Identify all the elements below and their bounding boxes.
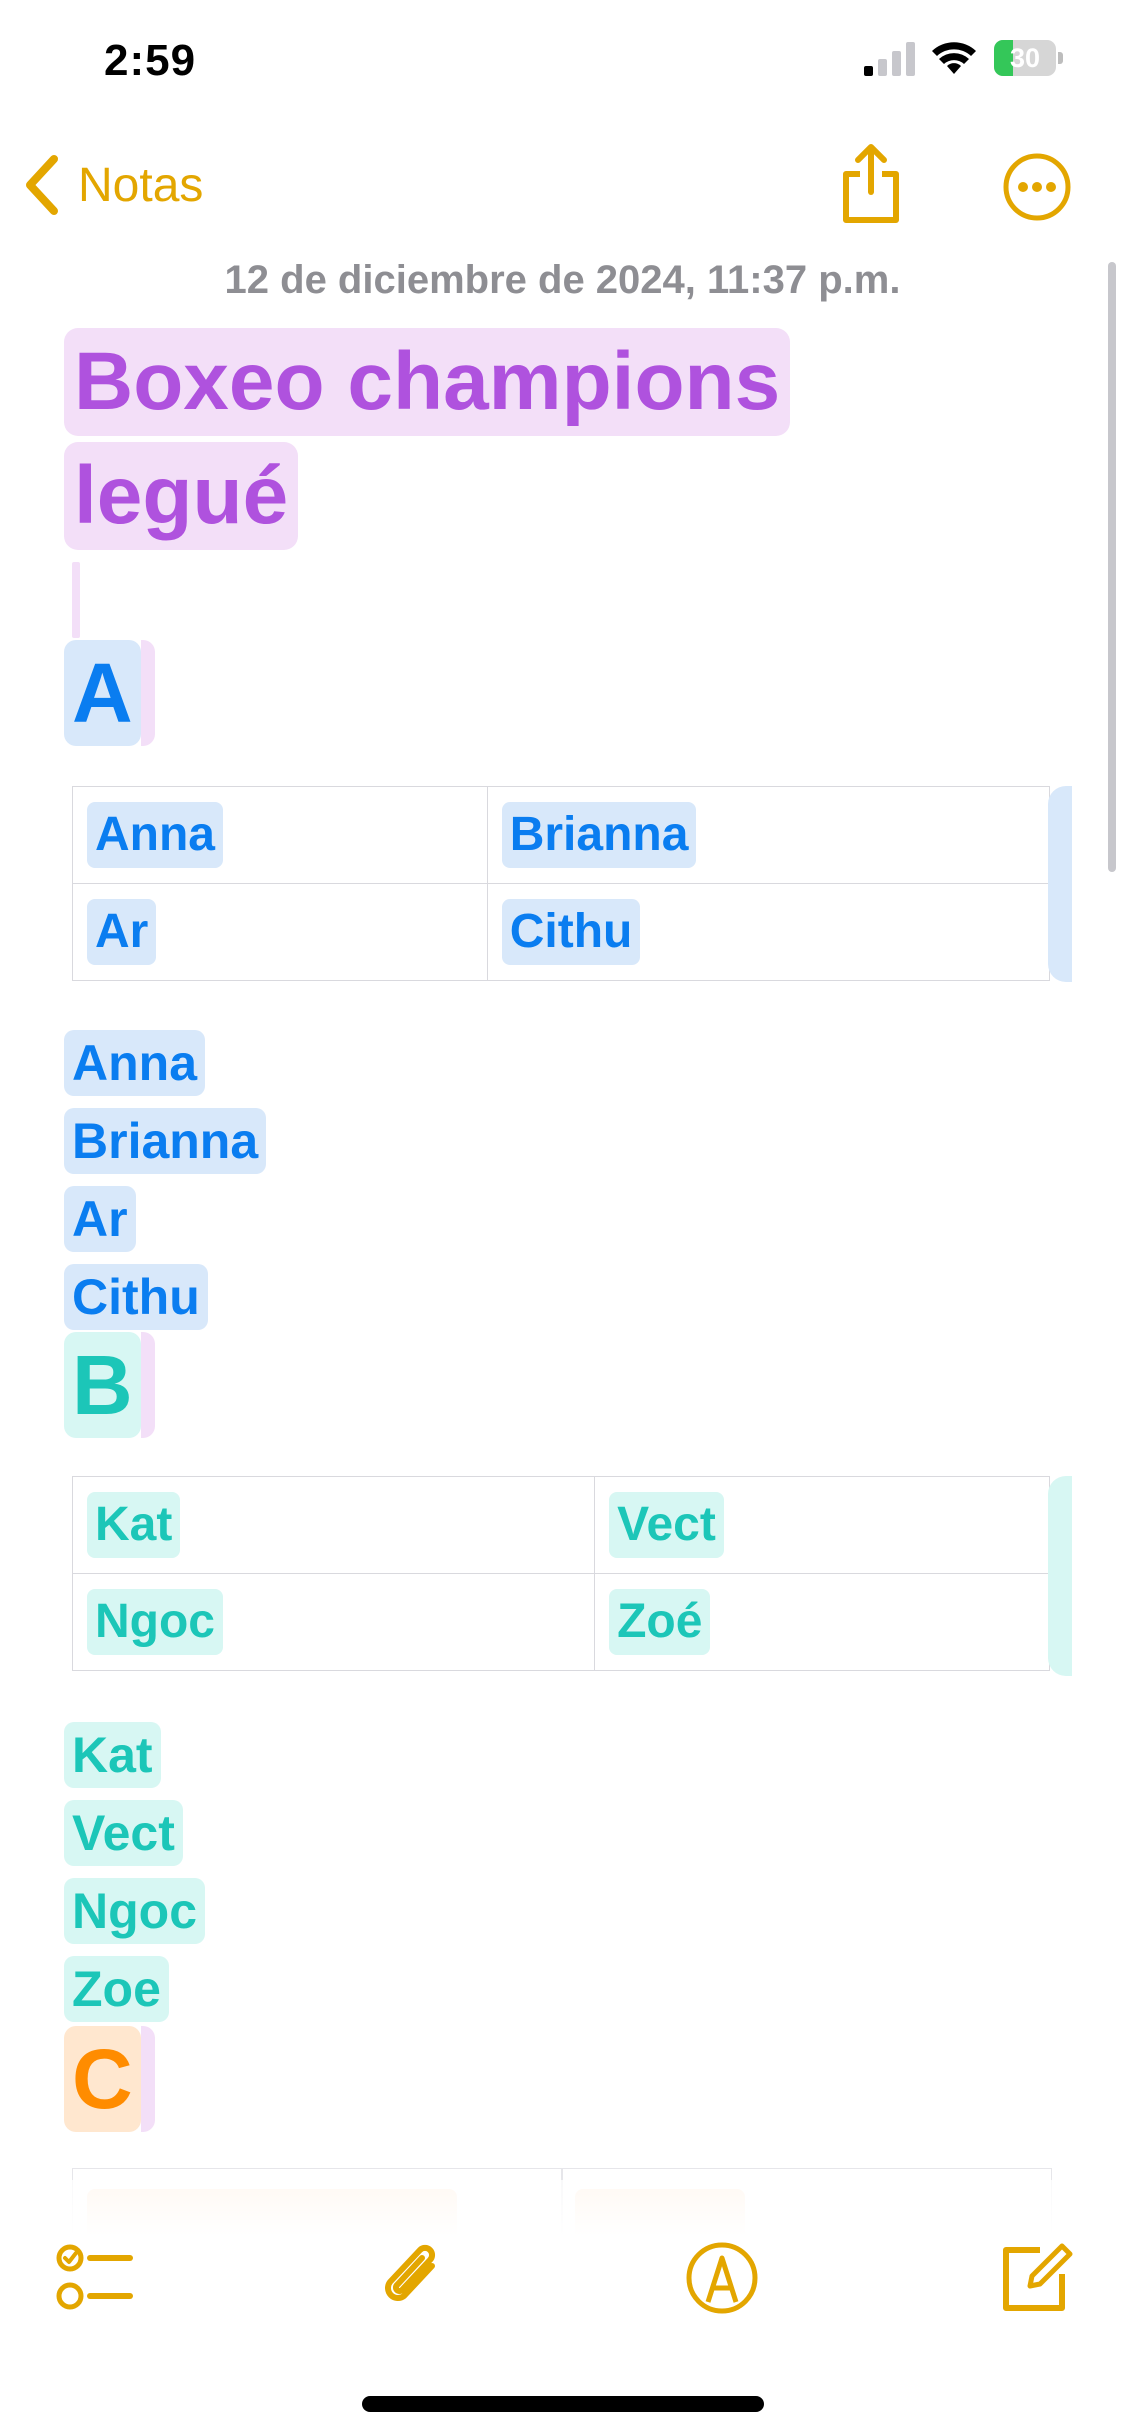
- table-cell[interactable]: Cithu: [486, 883, 1051, 981]
- list-item[interactable]: Zoe: [64, 1956, 169, 2022]
- table-handle[interactable]: [1048, 1476, 1072, 1676]
- note-date: 12 de diciembre de 2024, 11:37 p.m.: [224, 258, 901, 302]
- table-cell[interactable]: Ngoc: [71, 1573, 596, 1671]
- markup-icon[interactable]: [682, 2238, 762, 2318]
- table-handle[interactable]: [1048, 786, 1072, 982]
- home-indicator[interactable]: [362, 2396, 764, 2412]
- cell-text: Cithu: [501, 899, 641, 965]
- attachment-icon[interactable]: [372, 2238, 452, 2318]
- table-cell[interactable]: Vect: [594, 1476, 1050, 1574]
- table-row: Ar Cithu: [72, 883, 1051, 981]
- table-cell[interactable]: Zoé: [594, 1573, 1050, 1671]
- cell-text: Vect: [609, 1492, 724, 1558]
- section-letter: A: [64, 640, 141, 746]
- section-b-heading[interactable]: B: [64, 1332, 155, 1438]
- table-section-a[interactable]: Anna Brianna Ar Cithu: [72, 786, 1051, 981]
- checklist-icon[interactable]: [54, 2238, 134, 2318]
- list-item[interactable]: Anna: [64, 1030, 205, 1096]
- cell-text: Kat: [87, 1492, 181, 1558]
- status-time: 2:59: [104, 36, 197, 85]
- list-item[interactable]: Brianna: [64, 1108, 267, 1174]
- wifi-icon: [932, 42, 976, 74]
- battery-icon: 30: [994, 40, 1064, 76]
- empty-line-marker: [72, 562, 80, 638]
- section-a-heading[interactable]: A: [64, 640, 155, 746]
- table-row: Ngoc Zoé: [71, 1573, 1050, 1671]
- cell-text: Zoé: [609, 1589, 711, 1655]
- cell-text: Ngoc: [87, 1589, 223, 1655]
- list-item[interactable]: Ngoc: [64, 1878, 205, 1944]
- note-title-line-2[interactable]: legué: [64, 442, 299, 550]
- battery-level: 30: [1009, 43, 1041, 73]
- back-label: Notas: [78, 158, 204, 212]
- list-item[interactable]: Cithu: [64, 1264, 208, 1330]
- section-letter: C: [64, 2026, 141, 2132]
- table-section-b[interactable]: Kat Vect Ngoc Zoé: [71, 1476, 1050, 1671]
- compose-icon[interactable]: [996, 2238, 1076, 2318]
- table-cell[interactable]: Brianna: [486, 786, 1051, 884]
- share-icon[interactable]: [836, 142, 906, 226]
- table-row: Anna Brianna: [72, 786, 1051, 884]
- list-item[interactable]: Vect: [64, 1800, 183, 1866]
- table-cell[interactable]: Anna: [72, 786, 488, 884]
- note-title-line-1[interactable]: Boxeo champions: [64, 328, 791, 436]
- cellular-signal-icon: [864, 42, 915, 76]
- table-cell[interactable]: Ar: [72, 883, 488, 981]
- back-button[interactable]: Notas: [22, 150, 203, 220]
- chevron-left-icon: [26, 155, 58, 215]
- more-options-icon[interactable]: [1002, 152, 1072, 222]
- scroll-indicator[interactable]: [1108, 262, 1116, 872]
- cell-text: Anna: [87, 802, 223, 868]
- section-letter: B: [64, 1332, 141, 1438]
- table-row: Kat Vect: [71, 1476, 1050, 1574]
- cell-text: Ar: [87, 899, 157, 965]
- list-item[interactable]: Ar: [64, 1186, 136, 1252]
- cell-text: Brianna: [501, 802, 697, 868]
- section-c-heading[interactable]: C: [64, 2026, 155, 2132]
- table-cell[interactable]: Kat: [71, 1476, 596, 1574]
- list-item[interactable]: Kat: [64, 1722, 161, 1788]
